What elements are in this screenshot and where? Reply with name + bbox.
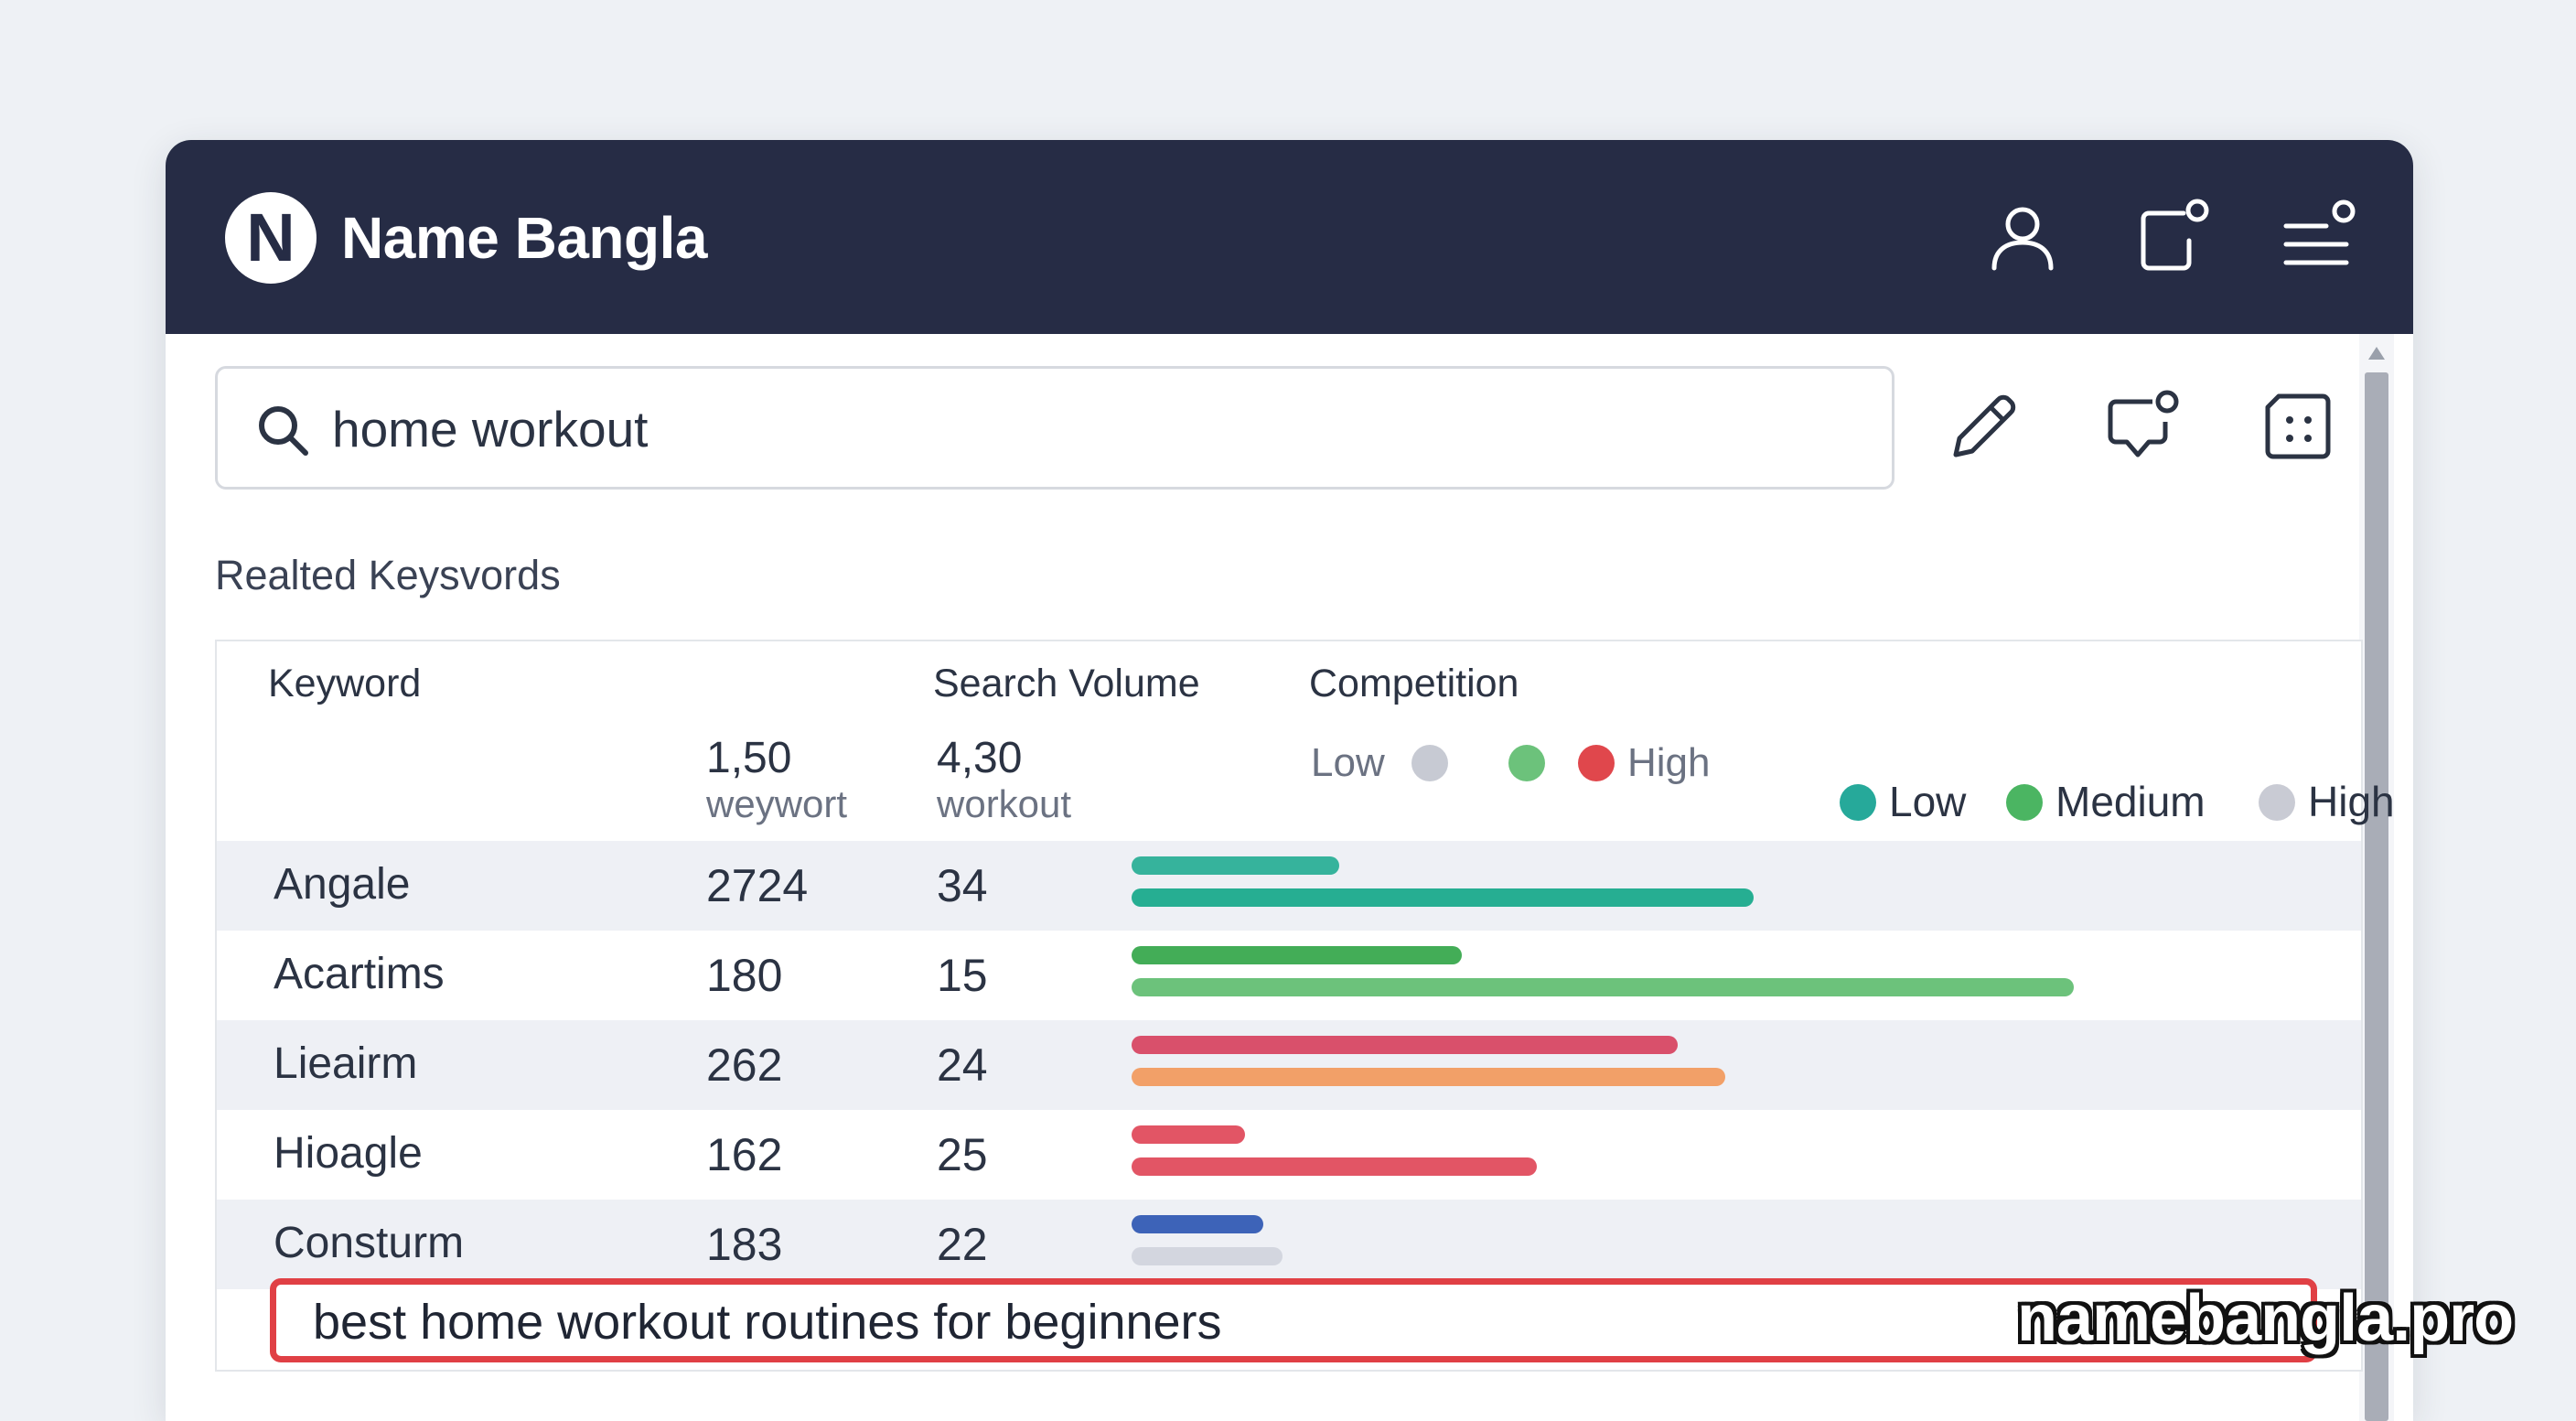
keywords-table: Keyword Search Volume Competition 1,50 w…	[215, 640, 2395, 1372]
row-value-1: 180	[706, 950, 783, 1001]
vertical-scrollbar[interactable]	[2359, 334, 2394, 1421]
row-keyword: Consturm	[274, 1219, 465, 1267]
competition-dot-low	[1411, 745, 1448, 781]
section-title: Realted Keysvords	[215, 552, 561, 598]
scroll-up-arrow-icon[interactable]	[2367, 345, 2387, 361]
legend-dot-medium	[2006, 784, 2043, 821]
app-title: Name Bangla	[341, 205, 707, 271]
competition-bar-secondary	[1132, 978, 2074, 996]
competition-high-label: High	[1627, 740, 1711, 785]
row-value-2: 24	[937, 1039, 988, 1091]
comment-icon[interactable]	[2105, 389, 2180, 464]
table-row[interactable]: Angale 2724 34	[217, 841, 2361, 931]
legend-label-low: Low	[1889, 778, 1967, 825]
scrollbar-thumb[interactable]	[2365, 372, 2388, 1421]
table-row[interactable]: Lieairm 262 24	[217, 1020, 2361, 1110]
row-value-1: 162	[706, 1129, 783, 1180]
competition-low-label: Low	[1311, 740, 1385, 785]
user-icon[interactable]	[1981, 197, 2064, 279]
competition-bar-secondary	[1132, 888, 1754, 907]
competition-bar-secondary	[1132, 1068, 1725, 1086]
legend-label-high: High	[2308, 778, 2395, 825]
header-search-volume[interactable]: Search Volume	[933, 662, 1200, 706]
competition-bar-primary	[1132, 946, 1462, 964]
table-row[interactable]: Hioagle 162 25	[217, 1110, 2361, 1200]
row-keyword: Hioagle	[274, 1129, 423, 1178]
table-row[interactable]: Consturm 183 22	[217, 1200, 2361, 1289]
legend-label-medium: Medium	[2055, 778, 2206, 825]
row-value-2: 22	[937, 1219, 988, 1270]
subheader-col2-value: 4,30	[937, 734, 1023, 782]
row-value-1: 2724	[706, 860, 809, 911]
subheader-col1-value: 1,50	[706, 734, 792, 782]
row-value-2: 34	[937, 860, 988, 911]
notification-icon[interactable]	[2132, 197, 2215, 279]
search-box[interactable]	[215, 366, 1894, 490]
competition-dot-high	[1578, 745, 1615, 781]
competition-bar-primary	[1132, 856, 1339, 875]
watermark: namebangla.pro	[2017, 1282, 2514, 1355]
app-window: N Name Bangla Realted Keysvords Keyword …	[166, 140, 2413, 1421]
search-input[interactable]	[332, 393, 1841, 466]
row-value-2: 15	[937, 950, 988, 1001]
table-row[interactable]: Acartims 180 15	[217, 931, 2361, 1020]
app-logo: N	[225, 192, 317, 284]
row-keyword: Angale	[274, 860, 411, 909]
competition-bar-secondary	[1132, 1157, 1537, 1176]
title-bar: N Name Bangla	[166, 140, 2413, 334]
row-value-1: 262	[706, 1039, 783, 1091]
search-icon	[259, 406, 308, 456]
competition-bar-primary	[1132, 1215, 1263, 1233]
competition-bar-primary	[1132, 1125, 1245, 1144]
subheader-col1-label: weywort	[706, 782, 848, 825]
highlighted-keyword-text: best home workout routines for beginners	[313, 1295, 1222, 1350]
highlighted-keyword-suggestion[interactable]: best home workout routines for beginners	[270, 1278, 2317, 1362]
competition-bar-secondary	[1132, 1247, 1283, 1265]
row-value-2: 25	[937, 1129, 988, 1180]
competition-bar-primary	[1132, 1036, 1678, 1054]
competition-dot-medium	[1508, 745, 1545, 781]
legend-dot-high	[2259, 784, 2295, 821]
header-keyword[interactable]: Keyword	[268, 662, 421, 706]
row-keyword: Lieairm	[274, 1039, 418, 1088]
subheader-col2-label: workout	[937, 782, 1072, 825]
row-keyword: Acartims	[274, 950, 445, 998]
pencil-icon[interactable]	[1947, 389, 2022, 464]
row-value-1: 183	[706, 1219, 783, 1270]
grid-icon[interactable]	[2260, 389, 2335, 464]
legend-dot-low	[1840, 784, 1876, 821]
menu-icon[interactable]	[2279, 197, 2361, 279]
header-competition[interactable]: Competition	[1309, 662, 1519, 706]
